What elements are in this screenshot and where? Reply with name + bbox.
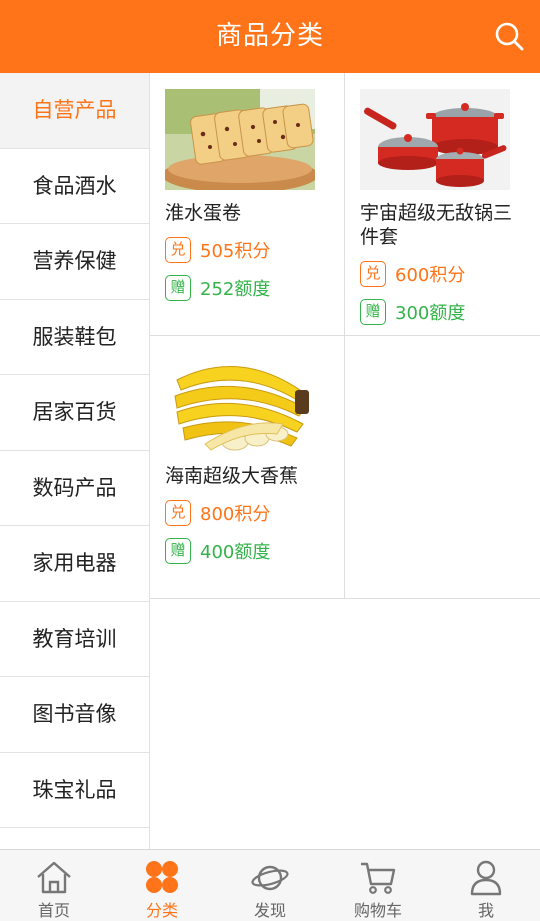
points-value: 600积分: [395, 265, 466, 286]
product-card[interactable]: 海南超级大香蕉 兑 800积分 赠 400额度: [150, 336, 345, 599]
tab-label: 购物车: [353, 901, 402, 920]
tab-label: 首页: [37, 901, 70, 920]
quota-row: 赠 300额度: [360, 298, 465, 326]
profile-icon: [470, 860, 502, 896]
product-name: 海南超级大香蕉: [165, 465, 299, 487]
home-icon: [37, 861, 71, 894]
cake-roll-image: [165, 89, 315, 190]
discover-icon: [251, 865, 289, 891]
sidebar-item-apparel[interactable]: 服装鞋包: [0, 299, 149, 375]
tab-label: 发现: [253, 901, 286, 920]
exchange-tag: 兑: [165, 237, 191, 263]
points-row: 兑 505积分: [165, 236, 270, 264]
gift-tag: 赠: [360, 299, 386, 325]
sidebar-item-jewelry-gifts[interactable]: 珠宝礼品: [0, 752, 149, 828]
sidebar-item-appliances[interactable]: 家用电器: [0, 526, 149, 602]
tab-me[interactable]: 我: [432, 850, 540, 921]
gift-tag: 赠: [165, 538, 191, 564]
points-value: 505积分: [200, 241, 271, 262]
product-name: 淮水蛋卷: [165, 202, 242, 224]
category-sidebar: 自营产品 食品酒水 营养保健 服装鞋包 居家百货 数码产品 家用电器 教育培训 …: [0, 73, 150, 849]
quota-value: 400额度: [200, 542, 271, 563]
sidebar-item-books-media[interactable]: 图书音像: [0, 677, 149, 753]
red-pot-set-image: [360, 89, 510, 190]
quota-row: 赠 252额度: [165, 274, 270, 302]
sidebar-item-food-drinks[interactable]: 食品酒水: [0, 148, 149, 224]
sidebar-item-household[interactable]: 居家百货: [0, 375, 149, 451]
search-icon[interactable]: [494, 21, 524, 51]
quota-row: 赠 400额度: [165, 537, 270, 565]
bottom-tab-bar: 首页 分类 发现 购物车 我: [0, 849, 540, 921]
product-grid: 淮水蛋卷 兑 505积分 赠 252额度 宇宙超级无敌锅三件套 兑 600积分 …: [150, 73, 540, 849]
points-row: 兑 800积分: [165, 499, 270, 527]
tab-category[interactable]: 分类: [108, 850, 216, 921]
points-row: 兑 600积分: [360, 260, 465, 288]
tab-label: 分类: [145, 901, 178, 920]
product-name: 宇宙超级无敌锅三件套: [360, 202, 513, 248]
tab-cart[interactable]: 购物车: [324, 850, 432, 921]
sidebar-item-self-operated[interactable]: 自营产品: [0, 73, 149, 149]
page-title: 商品分类: [215, 21, 324, 51]
sidebar-item-digital[interactable]: 数码产品: [0, 450, 149, 526]
product-card[interactable]: 淮水蛋卷 兑 505积分 赠 252额度: [150, 73, 345, 336]
sidebar-item-health[interactable]: 营养保健: [0, 224, 149, 300]
empty-cell: [345, 336, 540, 599]
points-value: 800积分: [200, 504, 271, 525]
category-icon: [146, 861, 178, 893]
exchange-tag: 兑: [360, 261, 386, 287]
sidebar-item-education[interactable]: 教育培训: [0, 601, 149, 677]
gift-tag: 赠: [165, 275, 191, 301]
tab-discover[interactable]: 发现: [216, 850, 324, 921]
exchange-tag: 兑: [165, 500, 191, 526]
tab-home[interactable]: 首页: [0, 850, 108, 921]
quota-value: 300额度: [395, 303, 466, 324]
top-bar: 商品分类: [0, 0, 540, 73]
quota-value: 252额度: [200, 279, 271, 300]
banana-image: [165, 352, 315, 453]
product-card[interactable]: 宇宙超级无敌锅三件套 兑 600积分 赠 300额度: [345, 73, 540, 336]
cart-icon: [361, 862, 396, 894]
tab-label: 我: [477, 901, 494, 920]
